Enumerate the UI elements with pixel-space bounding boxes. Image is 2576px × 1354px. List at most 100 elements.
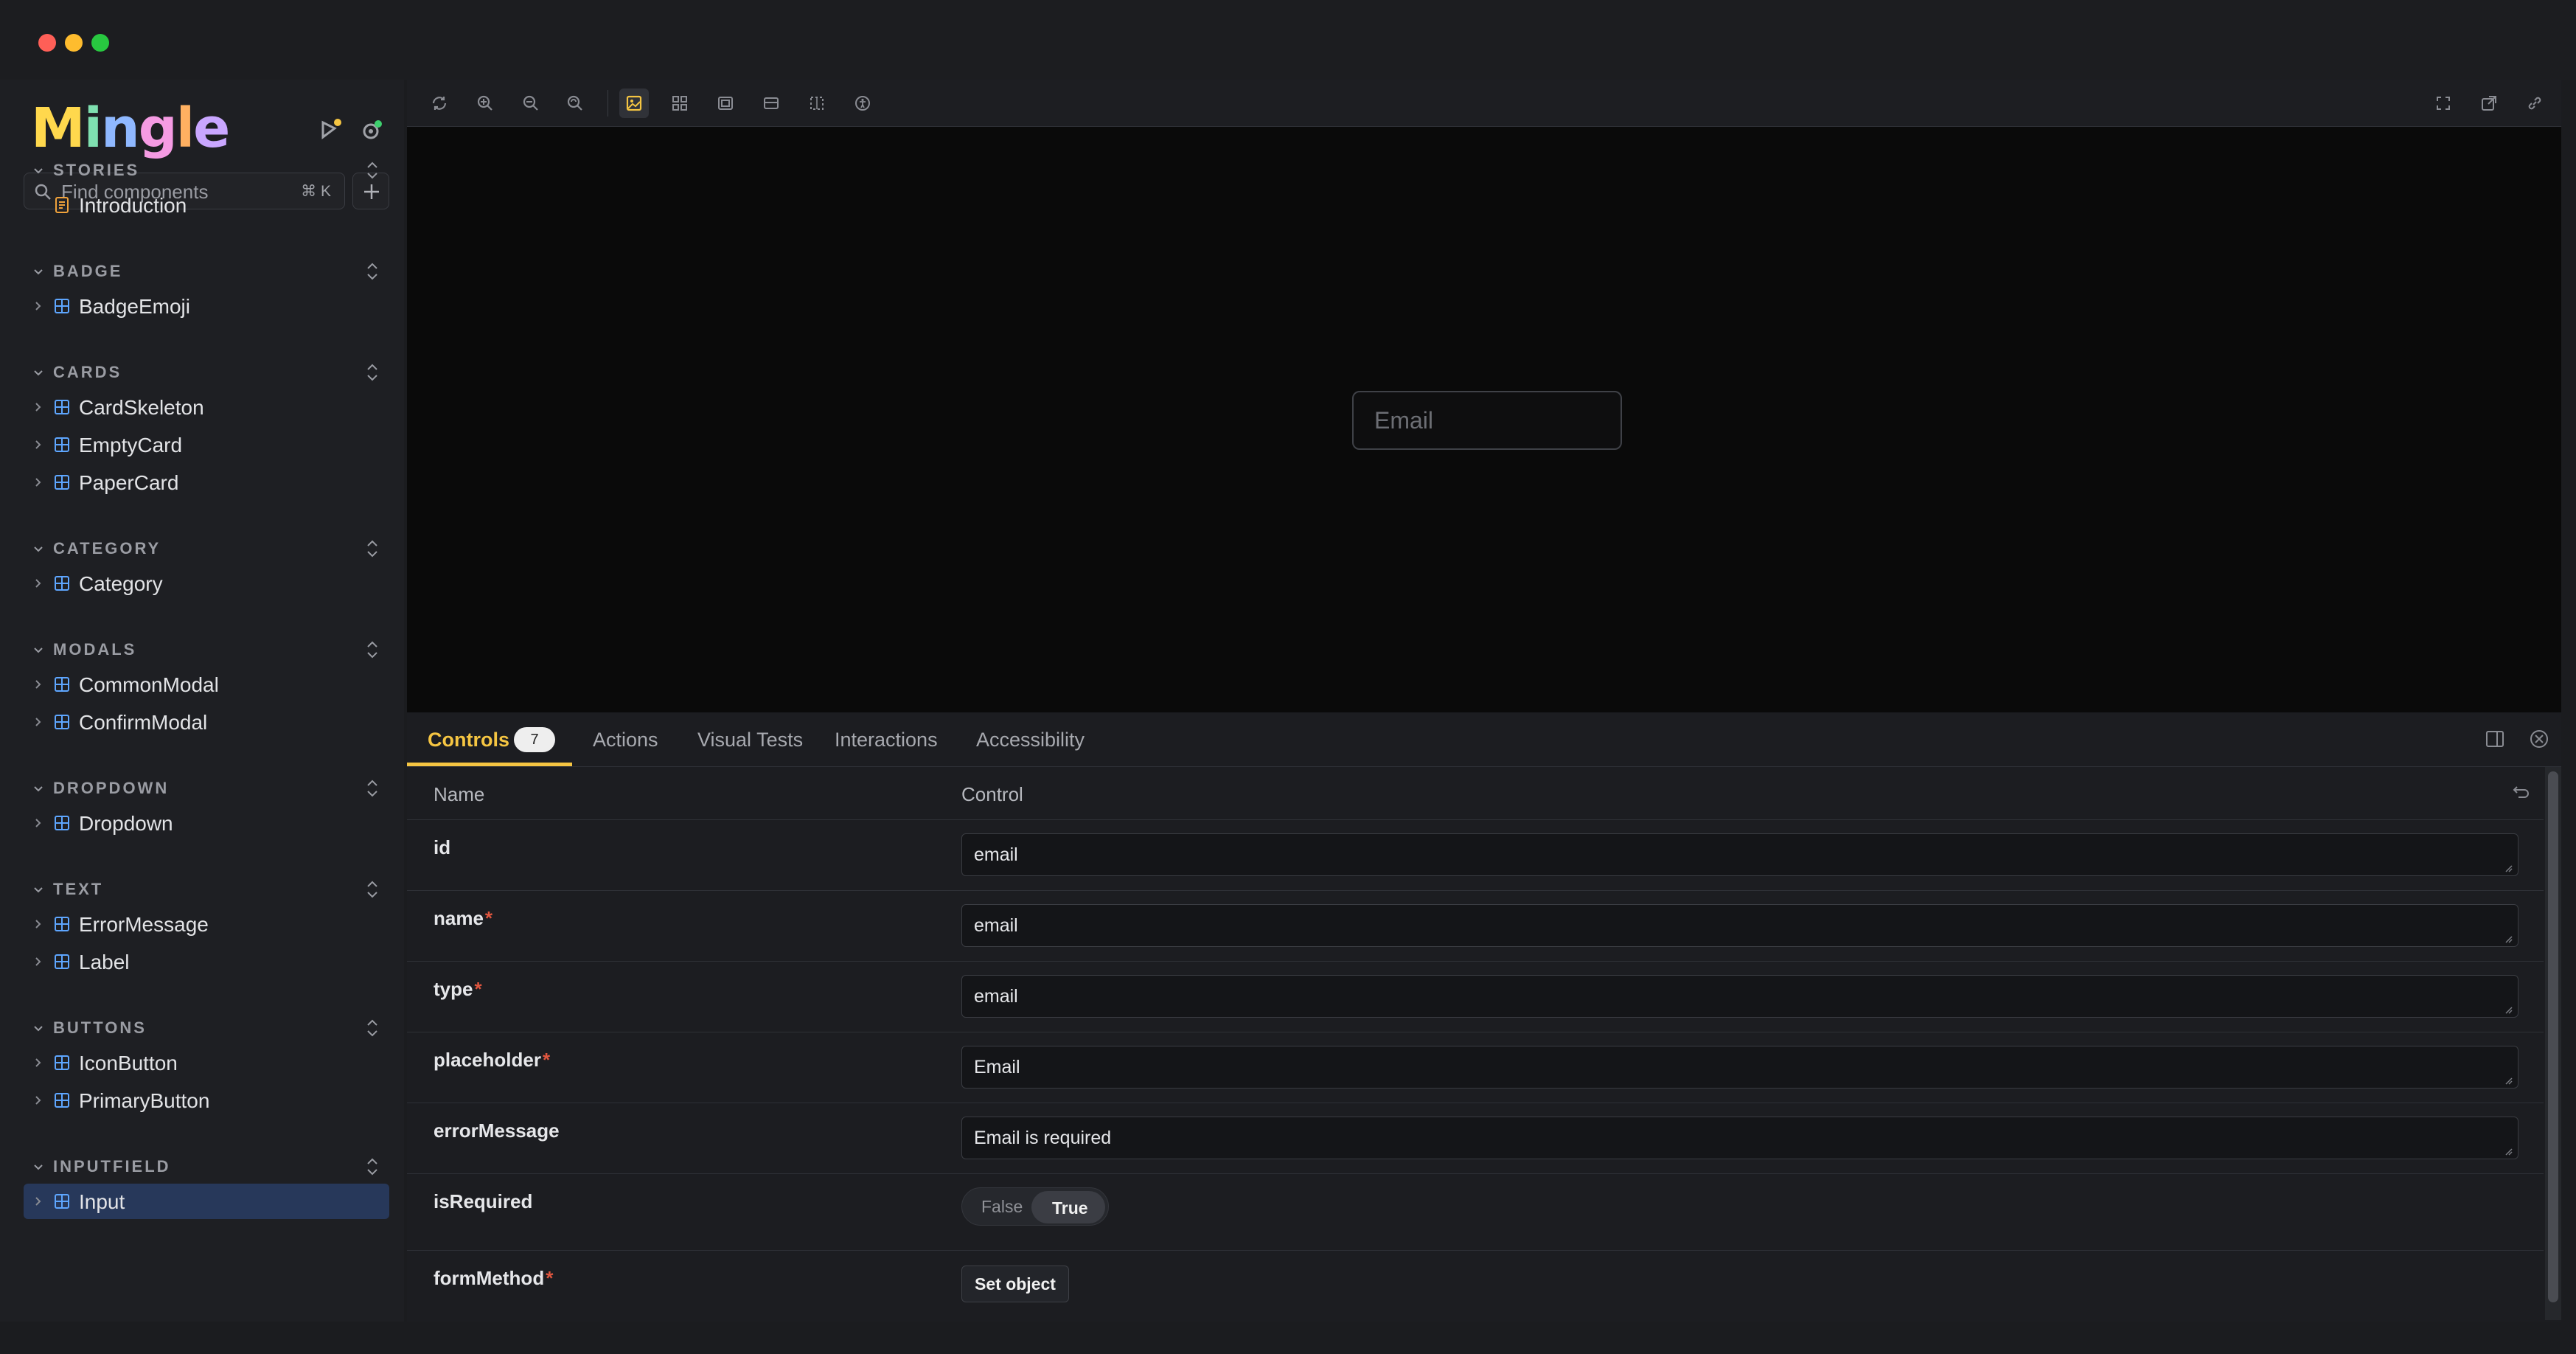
- chevron-right-icon[interactable]: [32, 918, 44, 934]
- controls-scrollbar[interactable]: [2545, 767, 2561, 1320]
- sidebar-item-introduction[interactable]: Introduction: [24, 187, 389, 223]
- controls-count-badge: 7: [514, 727, 555, 752]
- sidebar-group-buttons[interactable]: BUTTONS: [32, 1016, 389, 1042]
- sidebar-group-inputfield[interactable]: INPUTFIELD: [32, 1154, 389, 1181]
- chevron-down-icon: [32, 645, 44, 660]
- mingle-logo[interactable]: Mingle: [31, 99, 230, 158]
- sidebar-item-iconbutton[interactable]: IconButton: [24, 1045, 389, 1080]
- expand-collapse-icon[interactable]: [363, 159, 382, 185]
- resize-handle-icon[interactable]: [2504, 1146, 2535, 1169]
- sidebar-group-dropdown[interactable]: DROPDOWN: [32, 776, 389, 802]
- expand-collapse-icon[interactable]: [363, 260, 382, 286]
- sidebar-group-stories[interactable]: STORIES: [32, 158, 389, 184]
- component-icon: [53, 1091, 71, 1113]
- tab-visual-tests[interactable]: Visual Tests: [697, 729, 803, 751]
- copy-link-button[interactable]: [2520, 88, 2549, 118]
- boolean-toggle[interactable]: False True: [961, 1187, 1109, 1226]
- sidebar-group-title: MODALS: [53, 640, 137, 659]
- sidebar-group-modals[interactable]: MODALS: [32, 637, 389, 664]
- chevron-right-icon[interactable]: [32, 817, 44, 833]
- control-input-id[interactable]: [961, 833, 2518, 876]
- zoom-in-button[interactable]: [470, 88, 500, 118]
- control-input-placeholder[interactable]: [961, 1046, 2518, 1089]
- scrollbar-thumb[interactable]: [2548, 771, 2558, 1302]
- zoom-window-button[interactable]: [91, 34, 109, 52]
- minimize-window-button[interactable]: [65, 34, 83, 52]
- sidebar-item-cardskeleton[interactable]: CardSkeleton: [24, 389, 389, 425]
- expand-collapse-icon[interactable]: [363, 878, 382, 904]
- sidebar-item-label[interactable]: Label: [24, 944, 389, 979]
- chevron-right-icon[interactable]: [32, 956, 44, 971]
- viewport-button[interactable]: [711, 88, 740, 118]
- tab-actions[interactable]: Actions: [593, 729, 658, 751]
- chevron-right-icon[interactable]: [32, 401, 44, 417]
- link-icon: [2528, 97, 2541, 110]
- panel-orientation-icon[interactable]: [2485, 729, 2505, 749]
- onboarding-flag-icon[interactable]: [316, 115, 345, 145]
- zoom-out-button[interactable]: [516, 88, 546, 118]
- control-input-errormessage[interactable]: [961, 1117, 2518, 1159]
- close-panel-icon[interactable]: [2529, 729, 2549, 749]
- sidebar-item-label: Introduction: [79, 194, 187, 217]
- expand-collapse-icon[interactable]: [363, 777, 382, 803]
- control-input-type[interactable]: [961, 975, 2518, 1018]
- background-button[interactable]: [619, 88, 649, 118]
- expand-collapse-icon[interactable]: [363, 361, 382, 387]
- expand-collapse-icon[interactable]: [363, 1156, 382, 1181]
- resize-handle-icon[interactable]: [2504, 934, 2535, 957]
- zoom-reset-icon: [567, 95, 582, 111]
- sidebar-item-emptycard[interactable]: EmptyCard: [24, 427, 389, 462]
- sidebar-group-category[interactable]: CATEGORY: [32, 536, 389, 563]
- expand-collapse-icon[interactable]: [363, 1017, 382, 1043]
- sidebar-group-text[interactable]: TEXT: [32, 877, 389, 903]
- story-canvas: [407, 127, 2561, 712]
- sidebar-group-badge[interactable]: BADGE: [32, 259, 389, 285]
- outline-button[interactable]: [802, 88, 832, 118]
- zoom-reset-button[interactable]: [560, 88, 590, 118]
- reset-controls-icon[interactable]: [2510, 783, 2529, 802]
- tab-interactions[interactable]: Interactions: [835, 729, 938, 751]
- sidebar-group-cards[interactable]: CARDS: [32, 360, 389, 386]
- sidebar-item-input[interactable]: Input: [24, 1184, 389, 1219]
- chevron-right-icon[interactable]: [32, 1094, 44, 1110]
- sidebar-item-category[interactable]: Category: [24, 566, 389, 601]
- resize-handle-icon[interactable]: [2504, 863, 2535, 886]
- open-new-tab-button[interactable]: [2474, 88, 2504, 118]
- settings-gear-icon[interactable]: [357, 115, 386, 145]
- sidebar-item-papercard[interactable]: PaperCard: [24, 465, 389, 500]
- chevron-right-icon[interactable]: [32, 678, 44, 694]
- chevron-right-icon[interactable]: [32, 1057, 44, 1072]
- sidebar-item-badgeemoji[interactable]: BadgeEmoji: [24, 288, 389, 324]
- sidebar-item-confirmmodal[interactable]: ConfirmModal: [24, 704, 389, 740]
- chevron-right-icon[interactable]: [32, 577, 44, 593]
- toggle-false-option[interactable]: False: [981, 1197, 1023, 1217]
- tab-controls[interactable]: Controls: [428, 729, 509, 751]
- toggle-true-option[interactable]: True: [1031, 1191, 1105, 1223]
- chevron-right-icon[interactable]: [32, 439, 44, 454]
- control-input-name[interactable]: [961, 904, 2518, 947]
- chevron-right-icon[interactable]: [32, 716, 44, 732]
- sidebar-item-commonmodal[interactable]: CommonModal: [24, 667, 389, 702]
- set-object-button[interactable]: Set object: [961, 1266, 1069, 1302]
- resize-handle-icon[interactable]: [2504, 1075, 2535, 1098]
- fullscreen-button[interactable]: [2429, 88, 2458, 118]
- close-window-button[interactable]: [38, 34, 56, 52]
- chevron-right-icon[interactable]: [32, 1195, 44, 1211]
- chevron-right-icon[interactable]: [32, 476, 44, 492]
- preview-email-input[interactable]: [1352, 391, 1622, 450]
- reload-button[interactable]: [425, 88, 454, 118]
- required-marker: *: [546, 1267, 554, 1289]
- sidebar-item-dropdown[interactable]: Dropdown: [24, 805, 389, 841]
- accessibility-button[interactable]: [848, 88, 877, 118]
- expand-collapse-icon[interactable]: [363, 639, 382, 664]
- component-icon: [53, 436, 71, 457]
- resize-handle-icon[interactable]: [2504, 1004, 2535, 1027]
- expand-collapse-icon[interactable]: [363, 538, 382, 563]
- grid-button[interactable]: [665, 88, 695, 118]
- sidebar-item-primarybutton[interactable]: PrimaryButton: [24, 1083, 389, 1118]
- chevron-right-icon[interactable]: [32, 300, 44, 316]
- outline-icon: [810, 97, 824, 110]
- tab-accessibility[interactable]: Accessibility: [976, 729, 1085, 751]
- sidebar-item-errormessage[interactable]: ErrorMessage: [24, 906, 389, 942]
- measure-button[interactable]: [756, 88, 786, 118]
